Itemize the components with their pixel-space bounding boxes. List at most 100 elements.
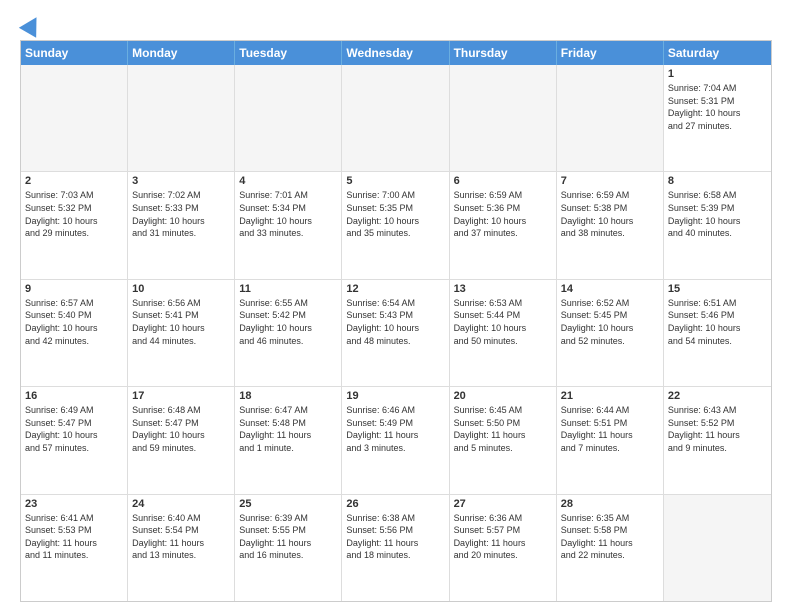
day-number: 19	[346, 390, 444, 402]
day-info: Sunrise: 7:03 AM Sunset: 5:32 PM Dayligh…	[25, 189, 123, 239]
calendar-cell: 23 Sunrise: 6:41 AM Sunset: 5:53 PM Dayli…	[21, 495, 128, 601]
weekday-header-saturday: Saturday	[664, 41, 771, 65]
day-info: Sunrise: 6:40 AM Sunset: 5:54 PM Dayligh…	[132, 512, 230, 562]
calendar-body: 1 Sunrise: 7:04 AM Sunset: 5:31 PM Daylig…	[21, 65, 771, 601]
day-info: Sunrise: 6:57 AM Sunset: 5:40 PM Dayligh…	[25, 297, 123, 347]
day-number: 6	[454, 175, 552, 187]
calendar-cell: 20 Sunrise: 6:45 AM Sunset: 5:50 PM Dayli…	[450, 387, 557, 493]
day-number: 3	[132, 175, 230, 187]
calendar-cell: 8 Sunrise: 6:58 AM Sunset: 5:39 PM Daylig…	[664, 172, 771, 278]
calendar-cell	[557, 65, 664, 171]
logo-text	[20, 16, 42, 34]
calendar-cell	[128, 65, 235, 171]
calendar-cell: 7 Sunrise: 6:59 AM Sunset: 5:38 PM Daylig…	[557, 172, 664, 278]
day-number: 20	[454, 390, 552, 402]
calendar-cell	[664, 495, 771, 601]
calendar-cell	[342, 65, 449, 171]
day-number: 7	[561, 175, 659, 187]
calendar-cell: 11 Sunrise: 6:55 AM Sunset: 5:42 PM Dayli…	[235, 280, 342, 386]
calendar-cell: 3 Sunrise: 7:02 AM Sunset: 5:33 PM Daylig…	[128, 172, 235, 278]
day-number: 13	[454, 283, 552, 295]
day-info: Sunrise: 6:53 AM Sunset: 5:44 PM Dayligh…	[454, 297, 552, 347]
day-number: 12	[346, 283, 444, 295]
day-number: 26	[346, 498, 444, 510]
day-info: Sunrise: 6:41 AM Sunset: 5:53 PM Dayligh…	[25, 512, 123, 562]
day-number: 23	[25, 498, 123, 510]
calendar-row-3: 9 Sunrise: 6:57 AM Sunset: 5:40 PM Daylig…	[21, 280, 771, 387]
day-number: 18	[239, 390, 337, 402]
calendar-cell: 19 Sunrise: 6:46 AM Sunset: 5:49 PM Dayli…	[342, 387, 449, 493]
day-info: Sunrise: 6:48 AM Sunset: 5:47 PM Dayligh…	[132, 404, 230, 454]
day-info: Sunrise: 6:45 AM Sunset: 5:50 PM Dayligh…	[454, 404, 552, 454]
day-info: Sunrise: 6:51 AM Sunset: 5:46 PM Dayligh…	[668, 297, 767, 347]
calendar: SundayMondayTuesdayWednesdayThursdayFrid…	[20, 40, 772, 602]
calendar-cell: 22 Sunrise: 6:43 AM Sunset: 5:52 PM Dayli…	[664, 387, 771, 493]
weekday-header-monday: Monday	[128, 41, 235, 65]
calendar-cell: 6 Sunrise: 6:59 AM Sunset: 5:36 PM Daylig…	[450, 172, 557, 278]
calendar-cell: 9 Sunrise: 6:57 AM Sunset: 5:40 PM Daylig…	[21, 280, 128, 386]
day-number: 25	[239, 498, 337, 510]
calendar-cell: 25 Sunrise: 6:39 AM Sunset: 5:55 PM Dayli…	[235, 495, 342, 601]
day-number: 28	[561, 498, 659, 510]
calendar-cell: 16Sunrise: 6:49 AM Sunset: 5:47 PM Dayli…	[21, 387, 128, 493]
calendar-cell: 2 Sunrise: 7:03 AM Sunset: 5:32 PM Daylig…	[21, 172, 128, 278]
calendar-header: SundayMondayTuesdayWednesdayThursdayFrid…	[21, 41, 771, 65]
day-info: Sunrise: 6:39 AM Sunset: 5:55 PM Dayligh…	[239, 512, 337, 562]
day-number: 9	[25, 283, 123, 295]
day-number: 4	[239, 175, 337, 187]
calendar-cell: 14 Sunrise: 6:52 AM Sunset: 5:45 PM Dayli…	[557, 280, 664, 386]
day-info: Sunrise: 6:36 AM Sunset: 5:57 PM Dayligh…	[454, 512, 552, 562]
calendar-cell: 21Sunrise: 6:44 AM Sunset: 5:51 PM Dayli…	[557, 387, 664, 493]
day-info: Sunrise: 6:54 AM Sunset: 5:43 PM Dayligh…	[346, 297, 444, 347]
calendar-cell: 13 Sunrise: 6:53 AM Sunset: 5:44 PM Dayli…	[450, 280, 557, 386]
calendar-cell	[450, 65, 557, 171]
calendar-row-2: 2 Sunrise: 7:03 AM Sunset: 5:32 PM Daylig…	[21, 172, 771, 279]
day-info: Sunrise: 6:59 AM Sunset: 5:36 PM Dayligh…	[454, 189, 552, 239]
day-info: Sunrise: 6:47 AM Sunset: 5:48 PM Dayligh…	[239, 404, 337, 454]
day-number: 27	[454, 498, 552, 510]
day-info: Sunrise: 6:52 AM Sunset: 5:45 PM Dayligh…	[561, 297, 659, 347]
day-number: 15	[668, 283, 767, 295]
calendar-row-4: 16Sunrise: 6:49 AM Sunset: 5:47 PM Dayli…	[21, 387, 771, 494]
calendar-cell: 28 Sunrise: 6:35 AM Sunset: 5:58 PM Dayli…	[557, 495, 664, 601]
day-info: Sunrise: 6:59 AM Sunset: 5:38 PM Dayligh…	[561, 189, 659, 239]
day-info: Sunrise: 7:04 AM Sunset: 5:31 PM Dayligh…	[668, 82, 767, 132]
calendar-row-5: 23 Sunrise: 6:41 AM Sunset: 5:53 PM Dayli…	[21, 495, 771, 601]
page: SundayMondayTuesdayWednesdayThursdayFrid…	[0, 0, 792, 612]
calendar-cell: 1 Sunrise: 7:04 AM Sunset: 5:31 PM Daylig…	[664, 65, 771, 171]
day-info: Sunrise: 6:58 AM Sunset: 5:39 PM Dayligh…	[668, 189, 767, 239]
day-info: Sunrise: 6:46 AM Sunset: 5:49 PM Dayligh…	[346, 404, 444, 454]
weekday-header-thursday: Thursday	[450, 41, 557, 65]
calendar-cell: 12 Sunrise: 6:54 AM Sunset: 5:43 PM Dayli…	[342, 280, 449, 386]
day-number: 14	[561, 283, 659, 295]
calendar-cell: 24 Sunrise: 6:40 AM Sunset: 5:54 PM Dayli…	[128, 495, 235, 601]
calendar-cell	[21, 65, 128, 171]
day-info: Sunrise: 6:44 AM Sunset: 5:51 PM Dayligh…	[561, 404, 659, 454]
day-number: 22	[668, 390, 767, 402]
day-number: 16	[25, 390, 123, 402]
day-number: 2	[25, 175, 123, 187]
day-info: Sunrise: 6:55 AM Sunset: 5:42 PM Dayligh…	[239, 297, 337, 347]
calendar-row-1: 1 Sunrise: 7:04 AM Sunset: 5:31 PM Daylig…	[21, 65, 771, 172]
calendar-cell: 18 Sunrise: 6:47 AM Sunset: 5:48 PM Dayli…	[235, 387, 342, 493]
calendar-cell	[235, 65, 342, 171]
day-number: 17	[132, 390, 230, 402]
day-number: 10	[132, 283, 230, 295]
day-info: Sunrise: 6:56 AM Sunset: 5:41 PM Dayligh…	[132, 297, 230, 347]
day-number: 5	[346, 175, 444, 187]
day-info: Sunrise: 6:43 AM Sunset: 5:52 PM Dayligh…	[668, 404, 767, 454]
day-info: Sunrise: 7:01 AM Sunset: 5:34 PM Dayligh…	[239, 189, 337, 239]
weekday-header-friday: Friday	[557, 41, 664, 65]
calendar-cell: 17 Sunrise: 6:48 AM Sunset: 5:47 PM Dayli…	[128, 387, 235, 493]
day-number: 1	[668, 68, 767, 80]
header	[20, 16, 772, 30]
day-number: 24	[132, 498, 230, 510]
calendar-cell: 26 Sunrise: 6:38 AM Sunset: 5:56 PM Dayli…	[342, 495, 449, 601]
day-info: Sunrise: 7:02 AM Sunset: 5:33 PM Dayligh…	[132, 189, 230, 239]
day-number: 8	[668, 175, 767, 187]
day-info: Sunrise: 6:38 AM Sunset: 5:56 PM Dayligh…	[346, 512, 444, 562]
day-info: Sunrise: 6:35 AM Sunset: 5:58 PM Dayligh…	[561, 512, 659, 562]
day-number: 11	[239, 283, 337, 295]
calendar-cell: 4 Sunrise: 7:01 AM Sunset: 5:34 PM Daylig…	[235, 172, 342, 278]
calendar-cell: 10 Sunrise: 6:56 AM Sunset: 5:41 PM Dayli…	[128, 280, 235, 386]
